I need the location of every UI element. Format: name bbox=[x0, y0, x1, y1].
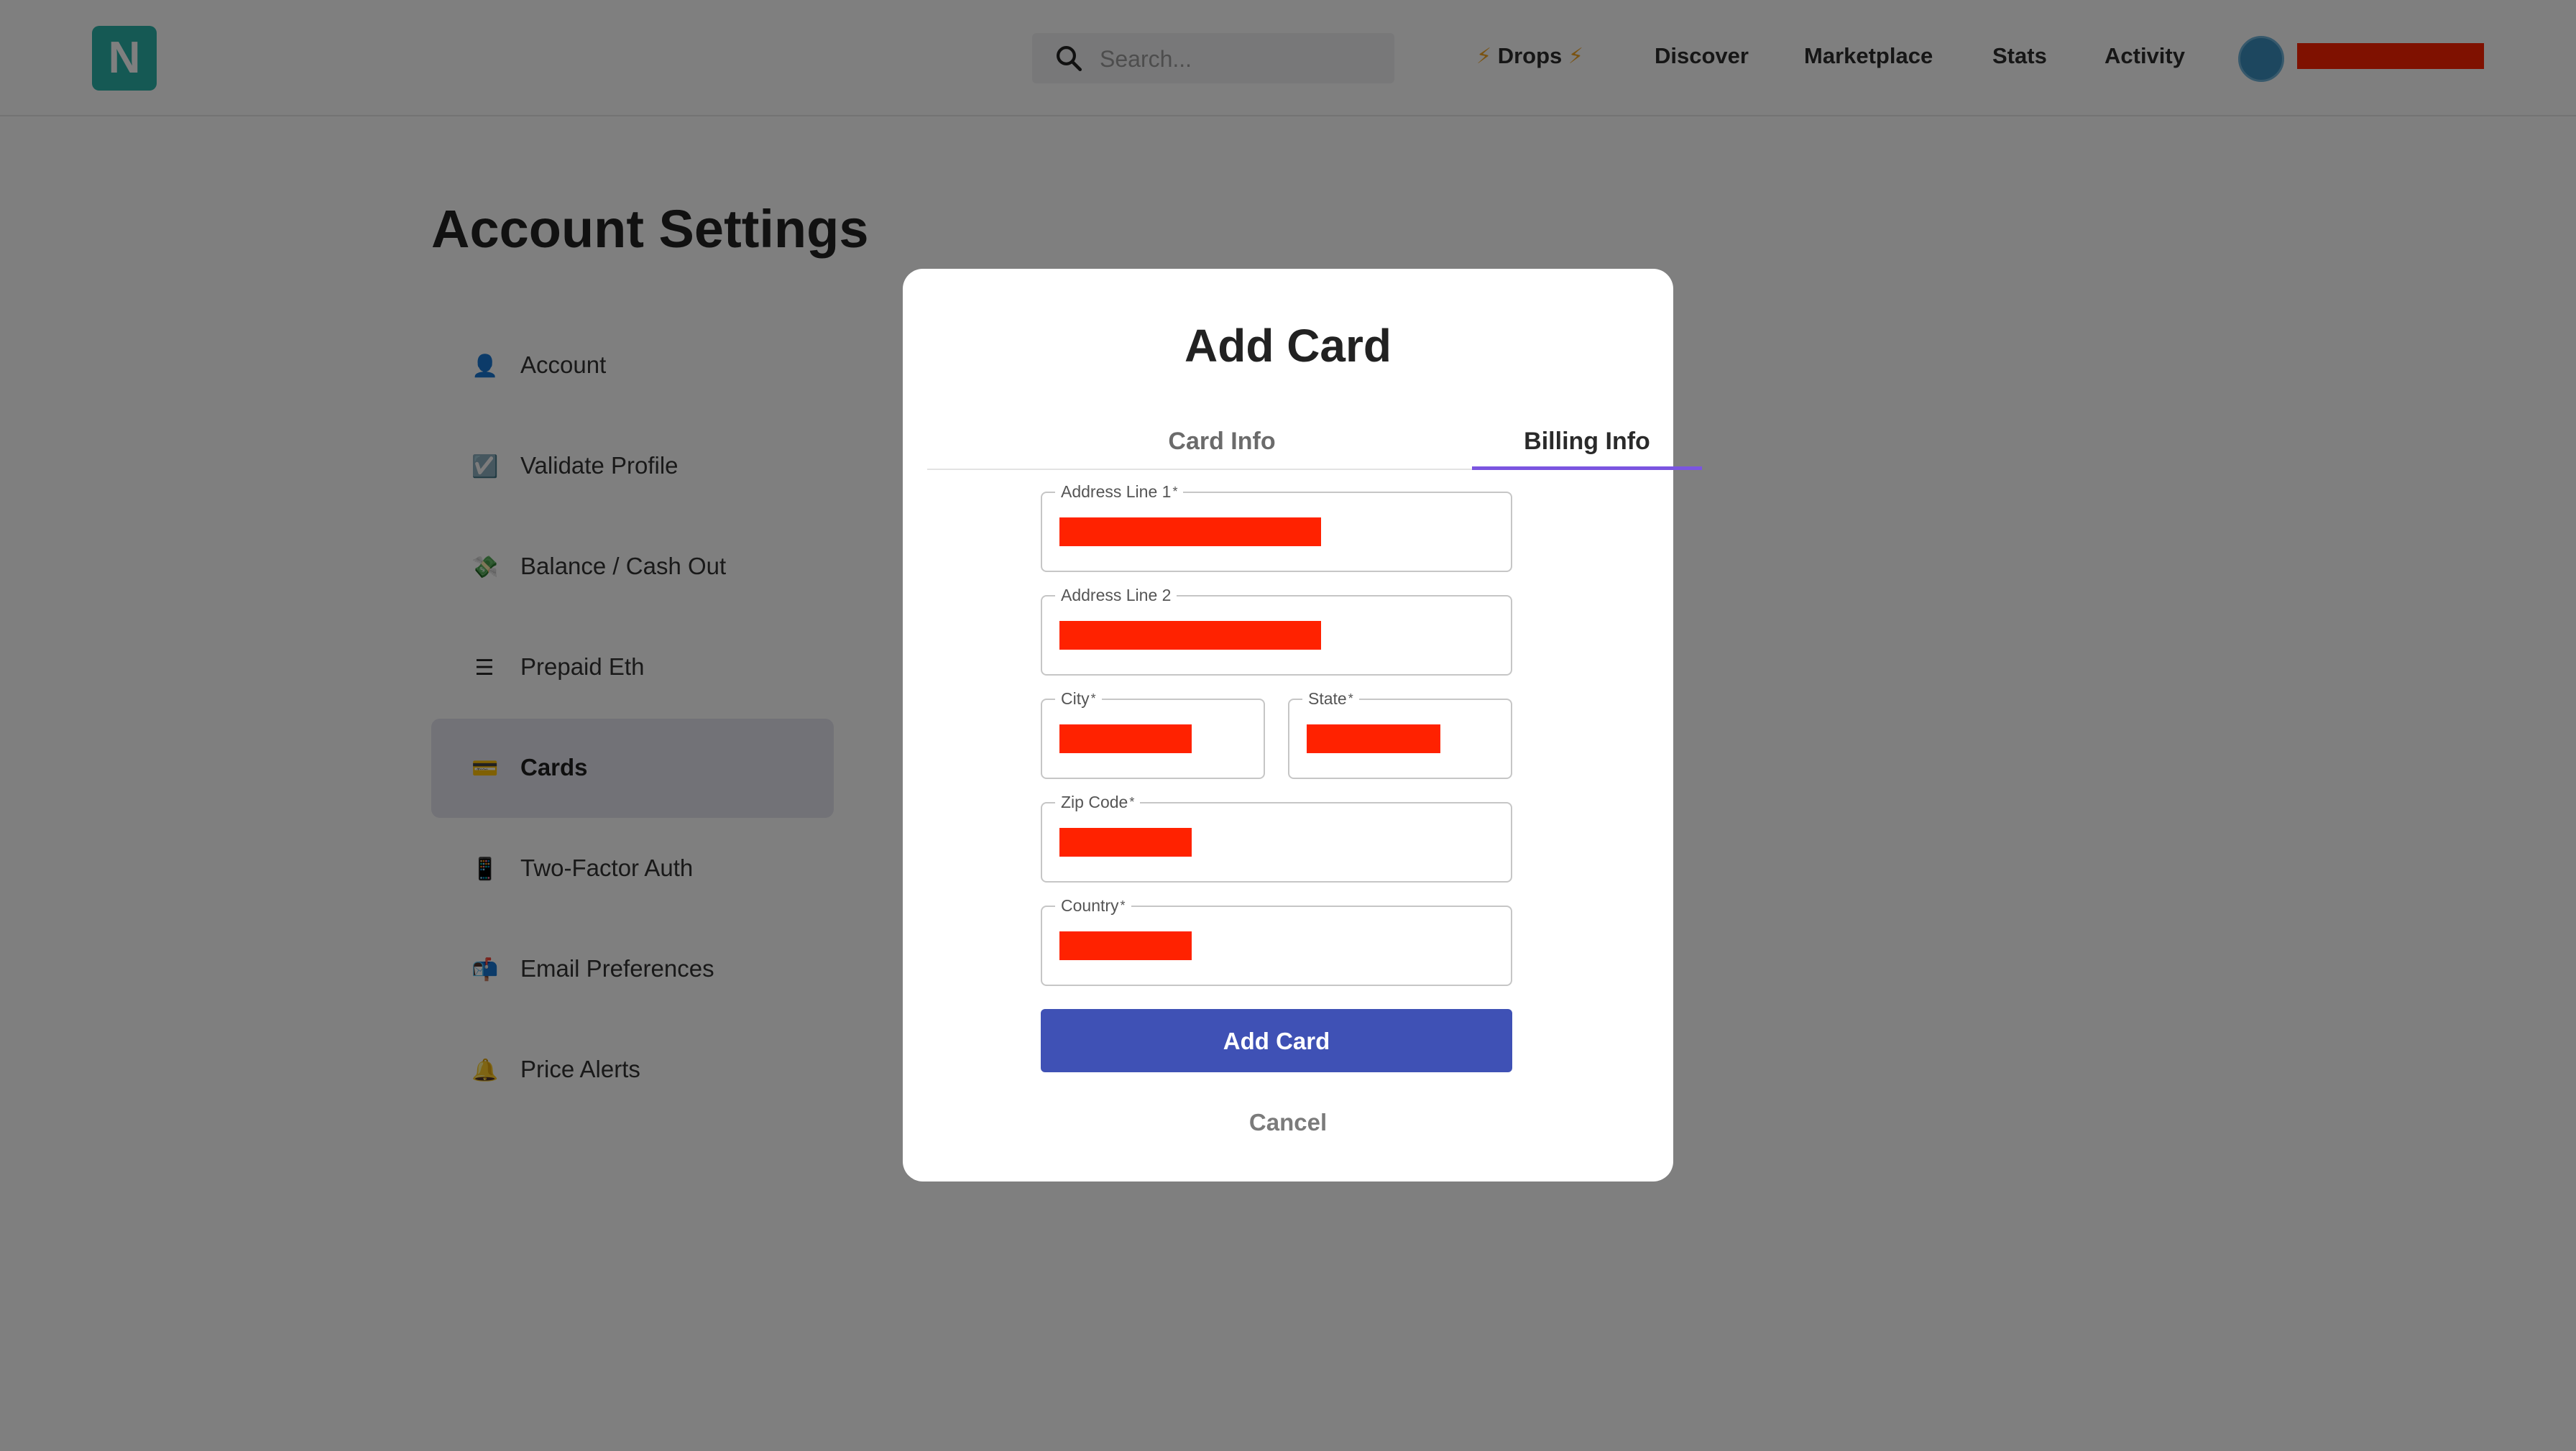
add-card-button[interactable]: Add Card bbox=[1041, 1009, 1512, 1072]
field-label: Country * bbox=[1055, 895, 1131, 916]
field-label: City * bbox=[1055, 688, 1102, 709]
redacted-value bbox=[1059, 724, 1192, 753]
field-label: Address Line 2 bbox=[1055, 585, 1177, 605]
field-label: Zip Code * bbox=[1055, 792, 1141, 812]
address-line-1-field[interactable]: Address Line 1 * bbox=[1041, 482, 1512, 572]
tab-card-info[interactable]: Card Info bbox=[1143, 414, 1301, 469]
tab-billing-info[interactable]: Billing Info bbox=[1472, 414, 1702, 470]
redacted-value bbox=[1059, 828, 1192, 857]
modal-title: Add Card bbox=[1184, 320, 1392, 372]
redacted-value bbox=[1059, 931, 1192, 960]
add-card-modal: Add Card Card Info Billing Info Address … bbox=[903, 269, 1702, 1181]
state-field[interactable]: State * bbox=[1288, 688, 1512, 779]
modal-tabs: Card Info Billing Info bbox=[927, 414, 1702, 470]
cancel-button[interactable]: Cancel bbox=[1184, 1102, 1392, 1143]
field-label: Address Line 1 * bbox=[1055, 482, 1184, 502]
zip-code-field[interactable]: Zip Code * bbox=[1041, 792, 1512, 883]
redacted-value bbox=[1059, 621, 1321, 650]
country-field[interactable]: Country * bbox=[1041, 895, 1512, 986]
city-field[interactable]: City * bbox=[1041, 688, 1265, 779]
redacted-value bbox=[1307, 724, 1440, 753]
redacted-value bbox=[1059, 517, 1321, 546]
address-line-2-field[interactable]: Address Line 2 bbox=[1041, 585, 1512, 676]
field-label: State * bbox=[1302, 688, 1359, 709]
